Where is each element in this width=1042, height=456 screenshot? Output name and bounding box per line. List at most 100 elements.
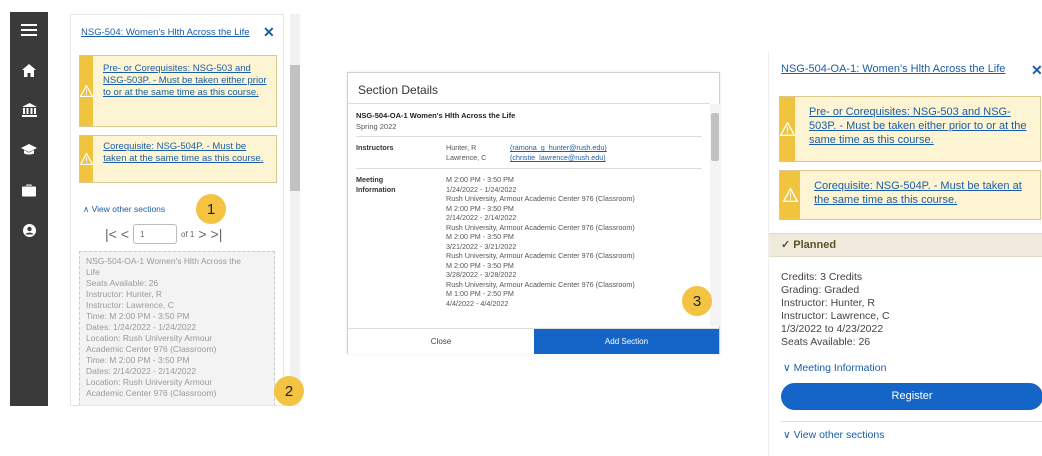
- meeting-label: Meeting: [356, 175, 384, 184]
- add-section-button[interactable]: Add Section: [534, 329, 719, 354]
- meeting-line: Rush University, Armour Academic Center …: [446, 279, 635, 289]
- close-icon[interactable]: ✕: [263, 24, 275, 41]
- meeting-line: M 1:00 PM - 2:50 PM: [446, 289, 514, 298]
- meeting-line: Rush University, Armour Academic Center …: [446, 194, 635, 203]
- section-term: Spring 2022: [356, 122, 397, 131]
- instructor-name: Lawrence, C: [446, 153, 487, 162]
- summary-line: Instructor: Lawrence, C: [86, 300, 174, 310]
- first-page-icon[interactable]: |<: [105, 226, 117, 242]
- summary-line: Academic Center 976 (Classroom): [86, 388, 217, 398]
- summary-line: NSG-504-OA-1 Women's Hlth Across the: [86, 256, 241, 266]
- callout-badge-1: 1: [196, 194, 226, 224]
- prerequisite-warning: Pre- or Corequisites: NSG-503 and NSG-50…: [79, 55, 277, 127]
- info-line: Credits: 3 Credits: [781, 271, 863, 283]
- corequisite-warning: Corequisite: NSG-504P. - Must be taken a…: [79, 135, 277, 183]
- corequisite-link[interactable]: Corequisite: NSG-504P. - Must be taken a…: [93, 136, 276, 182]
- graduation-cap-icon[interactable]: [10, 136, 48, 164]
- section-course-name: NSG-504-OA-1 Women's Hlth Across the Lif…: [356, 111, 516, 120]
- instructor-email-link[interactable]: (ramona_g_hunter@rush.edu): [510, 143, 607, 153]
- prerequisite-link[interactable]: Pre- or Corequisites: NSG-503 and NSG-50…: [795, 97, 1040, 161]
- close-button[interactable]: Close: [348, 329, 534, 354]
- checkmark-icon: ✓: [781, 239, 791, 251]
- chevron-down-icon: ∨: [783, 362, 791, 374]
- planned-status-bar: ✓ Planned: [769, 233, 1042, 257]
- instructor-email-link[interactable]: (christie_lawrence@rush.edu): [510, 153, 606, 163]
- info-line: Instructor: Hunter, R: [781, 297, 875, 309]
- callout-badge-2: 2: [274, 376, 304, 406]
- warning-icon: [780, 97, 795, 161]
- bank-icon[interactable]: [10, 96, 48, 124]
- app-navbar: [10, 12, 48, 406]
- section-pager: |< < of 1 > >|: [105, 223, 222, 245]
- callout-badge-3: 3: [682, 286, 712, 316]
- meeting-information-toggle[interactable]: ∨ Meeting Information: [783, 362, 886, 374]
- next-page-icon[interactable]: >: [198, 226, 206, 242]
- course-title-link[interactable]: NSG-504: Women's Hlth Across the Life: [81, 27, 250, 38]
- summary-line: Academic Center 976 (Classroom): [86, 344, 217, 354]
- summary-line: Time: M 2:00 PM - 3:50 PM: [86, 355, 190, 365]
- divider: [781, 421, 1042, 422]
- warning-icon: [780, 171, 801, 219]
- summary-line: Life: [86, 267, 100, 277]
- dialog-body: NSG-504-OA-1 Women's Hlth Across the Lif…: [356, 111, 708, 327]
- summary-line: Location: Rush University Armour: [86, 333, 213, 343]
- course-details-panel-narrow: NSG-504: Women's Hlth Across the Life ✕ …: [70, 14, 284, 406]
- summary-line: Location: Rush University Armour: [86, 377, 213, 387]
- meeting-information-label: Meeting Information: [793, 362, 887, 374]
- view-other-sections-label: View other sections: [91, 204, 166, 214]
- chevron-down-icon: ∨: [783, 429, 791, 441]
- divider: [356, 136, 702, 137]
- previous-page-icon[interactable]: <: [121, 226, 129, 242]
- user-circle-icon[interactable]: [10, 216, 48, 244]
- meeting-line: M 2:00 PM - 3:50 PM: [446, 232, 514, 241]
- prerequisite-link[interactable]: Pre- or Corequisites: NSG-503 and NSG-50…: [93, 56, 276, 126]
- meeting-line: Rush University, Armour Academic Center …: [446, 251, 635, 260]
- meeting-line: 2/14/2022 - 2/14/2022: [446, 213, 517, 222]
- home-icon[interactable]: [10, 56, 48, 84]
- planned-label: Planned: [793, 239, 837, 251]
- info-line: Instructor: Lawrence, C: [781, 310, 890, 322]
- info-line: 1/3/2022 to 4/23/2022: [781, 323, 884, 335]
- section-summary-card[interactable]: NSG-504-OA-1 Women's Hlth Across the Lif…: [79, 251, 275, 405]
- view-other-sections-toggle[interactable]: ∧ View other sections: [83, 204, 165, 215]
- info-line: Grading: Graded: [781, 284, 860, 296]
- instructors-label: Instructors: [356, 143, 394, 152]
- panel-scrollbar-thumb[interactable]: [290, 65, 300, 191]
- meeting-line: 3/21/2022 - 3/21/2022: [446, 241, 517, 251]
- corequisite-link[interactable]: Corequisite: NSG-504P. - Must be taken a…: [800, 171, 1040, 219]
- page-count: of 1: [181, 229, 195, 239]
- divider: [356, 168, 702, 169]
- section-details-dialog: Section Details NSG-504-OA-1 Women's Hlt…: [347, 72, 720, 354]
- close-icon[interactable]: ✕: [1031, 62, 1042, 79]
- summary-line: Seats Available: 26: [86, 278, 159, 288]
- course-title-link[interactable]: NSG-504-OA-1: Women's Hlth Across the Li…: [781, 63, 1005, 75]
- view-other-sections-label: View other sections: [793, 429, 885, 441]
- briefcase-icon[interactable]: [10, 176, 48, 204]
- dialog-footer: Close Add Section: [348, 328, 719, 354]
- meeting-line: 1/24/2022 - 1/24/2022: [446, 184, 517, 194]
- summary-line: Instructor: Hunter, R: [86, 289, 163, 299]
- meeting-label: Information: [356, 184, 396, 194]
- warning-icon: [80, 136, 94, 182]
- view-other-sections-toggle[interactable]: ∨ View other sections: [783, 429, 884, 441]
- menu-icon[interactable]: [10, 16, 48, 44]
- register-button[interactable]: Register: [781, 383, 1042, 410]
- instructor-name: Hunter, R: [446, 143, 477, 152]
- meeting-line: M 2:00 PM - 3:50 PM: [446, 260, 514, 270]
- summary-line: Dates: 2/14/2022 - 2/14/2022: [86, 366, 197, 376]
- section-info: Credits: 3 Credits Grading: Graded Instr…: [781, 271, 890, 349]
- dialog-title: Section Details: [358, 83, 439, 97]
- meeting-line: M 2:00 PM - 3:50 PM: [446, 203, 514, 213]
- summary-line: Time: M 2:00 PM - 3:50 PM: [86, 311, 190, 321]
- prerequisite-warning: Pre- or Corequisites: NSG-503 and NSG-50…: [779, 96, 1041, 162]
- info-line: Seats Available: 26: [781, 336, 871, 348]
- meeting-line: Rush University, Armour Academic Center …: [446, 222, 635, 232]
- warning-icon: [80, 56, 93, 126]
- dialog-scrollbar-thumb[interactable]: [711, 113, 719, 161]
- last-page-icon[interactable]: >|: [211, 226, 223, 242]
- page-number-input[interactable]: [133, 224, 177, 244]
- summary-line: Dates: 1/24/2022 - 1/24/2022: [86, 322, 197, 332]
- divider: [348, 103, 710, 104]
- corequisite-warning: Corequisite: NSG-504P. - Must be taken a…: [779, 170, 1041, 220]
- course-details-panel-wide: NSG-504-OA-1: Women's Hlth Across the Li…: [768, 52, 1042, 456]
